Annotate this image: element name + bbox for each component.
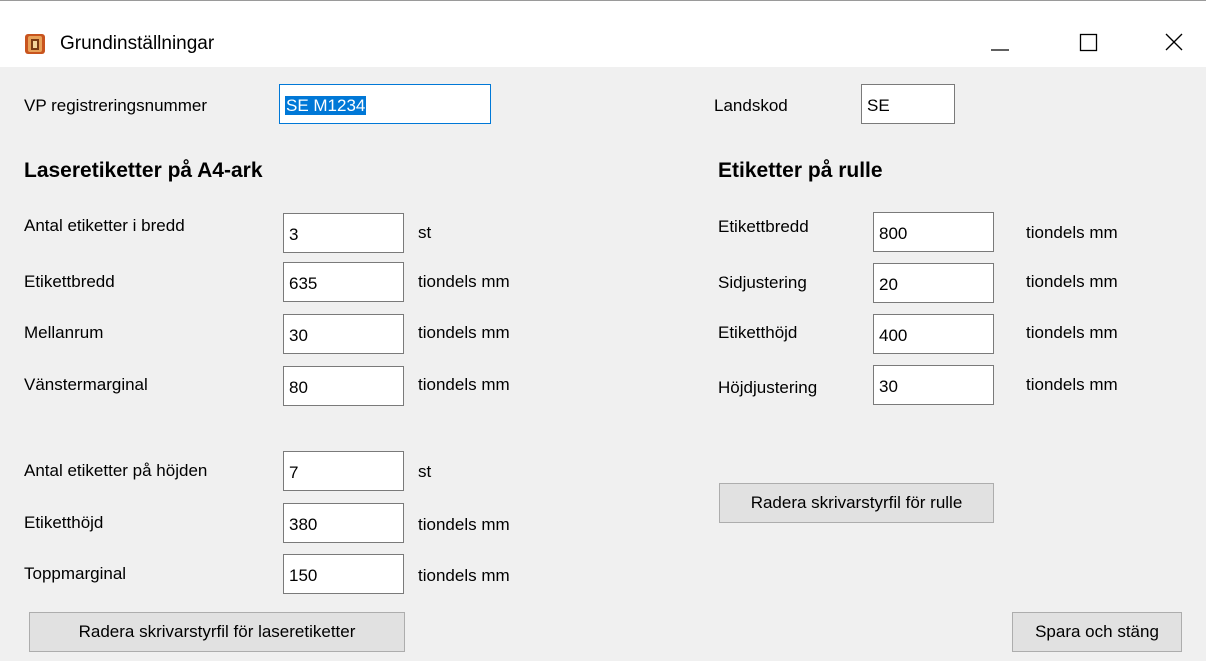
laser-label-width-label: Etikettbredd — [24, 272, 115, 291]
roll-height-adjust-label: Höjdjustering — [718, 378, 818, 397]
roll-side-adjust-input[interactable]: 20 — [873, 263, 994, 303]
roll-section-heading: Etiketter på rulle — [718, 159, 883, 182]
laser-top-margin-label: Toppmarginal — [24, 564, 127, 583]
delete-laser-driver-button[interactable]: Radera skrivarstyrfil för laseretiketter — [29, 612, 405, 652]
title-bar[interactable]: Grundinställningar — [0, 1, 1206, 67]
roll-side-adjust-unit: tiondels mm — [1026, 272, 1118, 291]
roll-label-height-input[interactable]: 400 — [873, 314, 994, 354]
roll-label-height-unit: tiondels mm — [1026, 323, 1118, 342]
close-icon — [1165, 33, 1183, 51]
maximize-icon — [1079, 33, 1098, 52]
laser-count-height-input[interactable]: 7 — [283, 451, 404, 491]
window-title: Grundinställningar — [60, 33, 215, 54]
laser-left-margin-unit: tiondels mm — [418, 375, 510, 394]
minimize-icon — [991, 49, 1009, 51]
roll-label-width-input[interactable]: 800 — [873, 212, 994, 252]
delete-roll-driver-button[interactable]: Radera skrivarstyrfil för rulle — [719, 483, 994, 523]
roll-label-height-label: Etiketthöjd — [718, 323, 798, 342]
laser-spacing-unit: tiondels mm — [418, 323, 510, 342]
laser-count-height-label: Antal etiketter på höjden — [24, 461, 208, 480]
laser-label-width-unit: tiondels mm — [418, 272, 510, 291]
laser-left-margin-input[interactable]: 80 — [283, 366, 404, 406]
vp-label: VP registreringsnummer — [24, 96, 207, 115]
laser-label-height-label: Etiketthöjd — [24, 513, 104, 532]
close-button[interactable] — [1142, 21, 1206, 63]
roll-height-adjust-input[interactable]: 30 — [873, 365, 994, 405]
maximize-button[interactable] — [1056, 21, 1120, 63]
vp-registration-input[interactable]: SE M1234 — [279, 84, 491, 124]
laser-count-width-input[interactable]: 3 — [283, 213, 404, 253]
minimize-button[interactable] — [968, 21, 1032, 63]
laser-count-width-label: Antal etiketter i bredd — [24, 216, 185, 235]
laser-spacing-input[interactable]: 30 — [283, 314, 404, 354]
laser-count-height-unit: st — [418, 462, 432, 481]
vp-registration-value: SE M1234 — [285, 96, 367, 115]
country-code-input[interactable]: SE — [861, 84, 955, 124]
laser-count-width-unit: st — [418, 223, 432, 242]
laser-section-heading: Laseretiketter på A4-ark — [24, 159, 263, 182]
country-code-label: Landskod — [714, 96, 788, 115]
laser-label-height-unit: tiondels mm — [418, 515, 510, 534]
roll-label-width-label: Etikettbredd — [718, 217, 809, 236]
roll-label-width-unit: tiondels mm — [1026, 223, 1118, 242]
laser-top-margin-input[interactable]: 150 — [283, 554, 404, 594]
laser-label-height-input[interactable]: 380 — [283, 503, 404, 543]
roll-height-adjust-unit: tiondels mm — [1026, 375, 1118, 394]
laser-left-margin-label: Vänstermarginal — [24, 375, 148, 394]
roll-side-adjust-label: Sidjustering — [718, 273, 807, 292]
save-and-close-button[interactable]: Spara och stäng — [1012, 612, 1182, 652]
laser-top-margin-unit: tiondels mm — [418, 566, 510, 585]
laser-label-width-input[interactable]: 635 — [283, 262, 404, 302]
laser-spacing-label: Mellanrum — [24, 323, 104, 342]
app-icon — [24, 33, 46, 55]
